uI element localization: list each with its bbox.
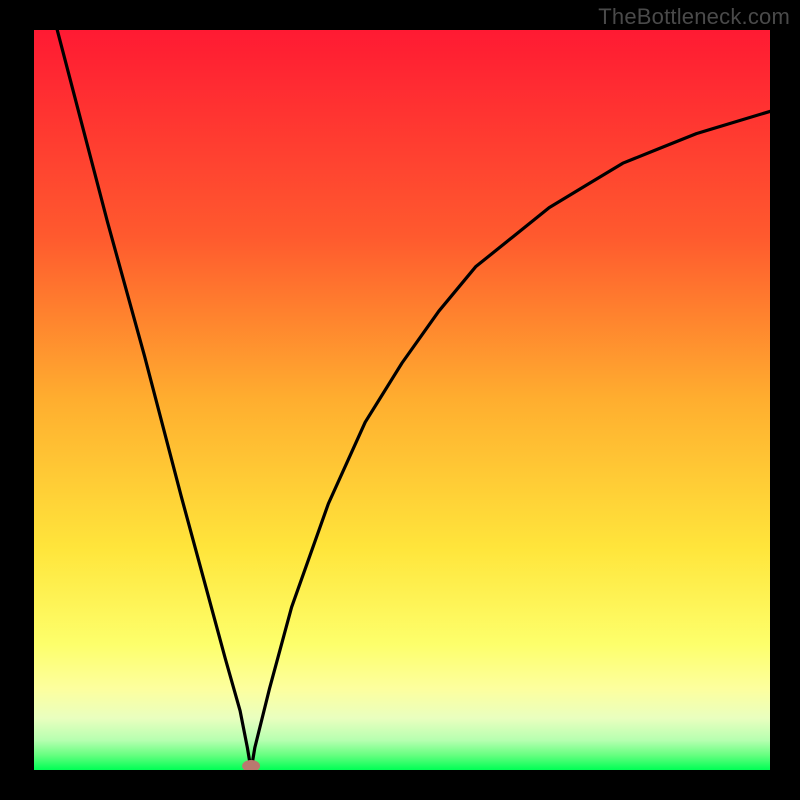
plot-area	[34, 30, 770, 770]
gradient-background	[34, 30, 770, 770]
chart-container: TheBottleneck.com	[0, 0, 800, 800]
watermark-text: TheBottleneck.com	[598, 4, 790, 30]
chart-svg	[34, 30, 770, 770]
